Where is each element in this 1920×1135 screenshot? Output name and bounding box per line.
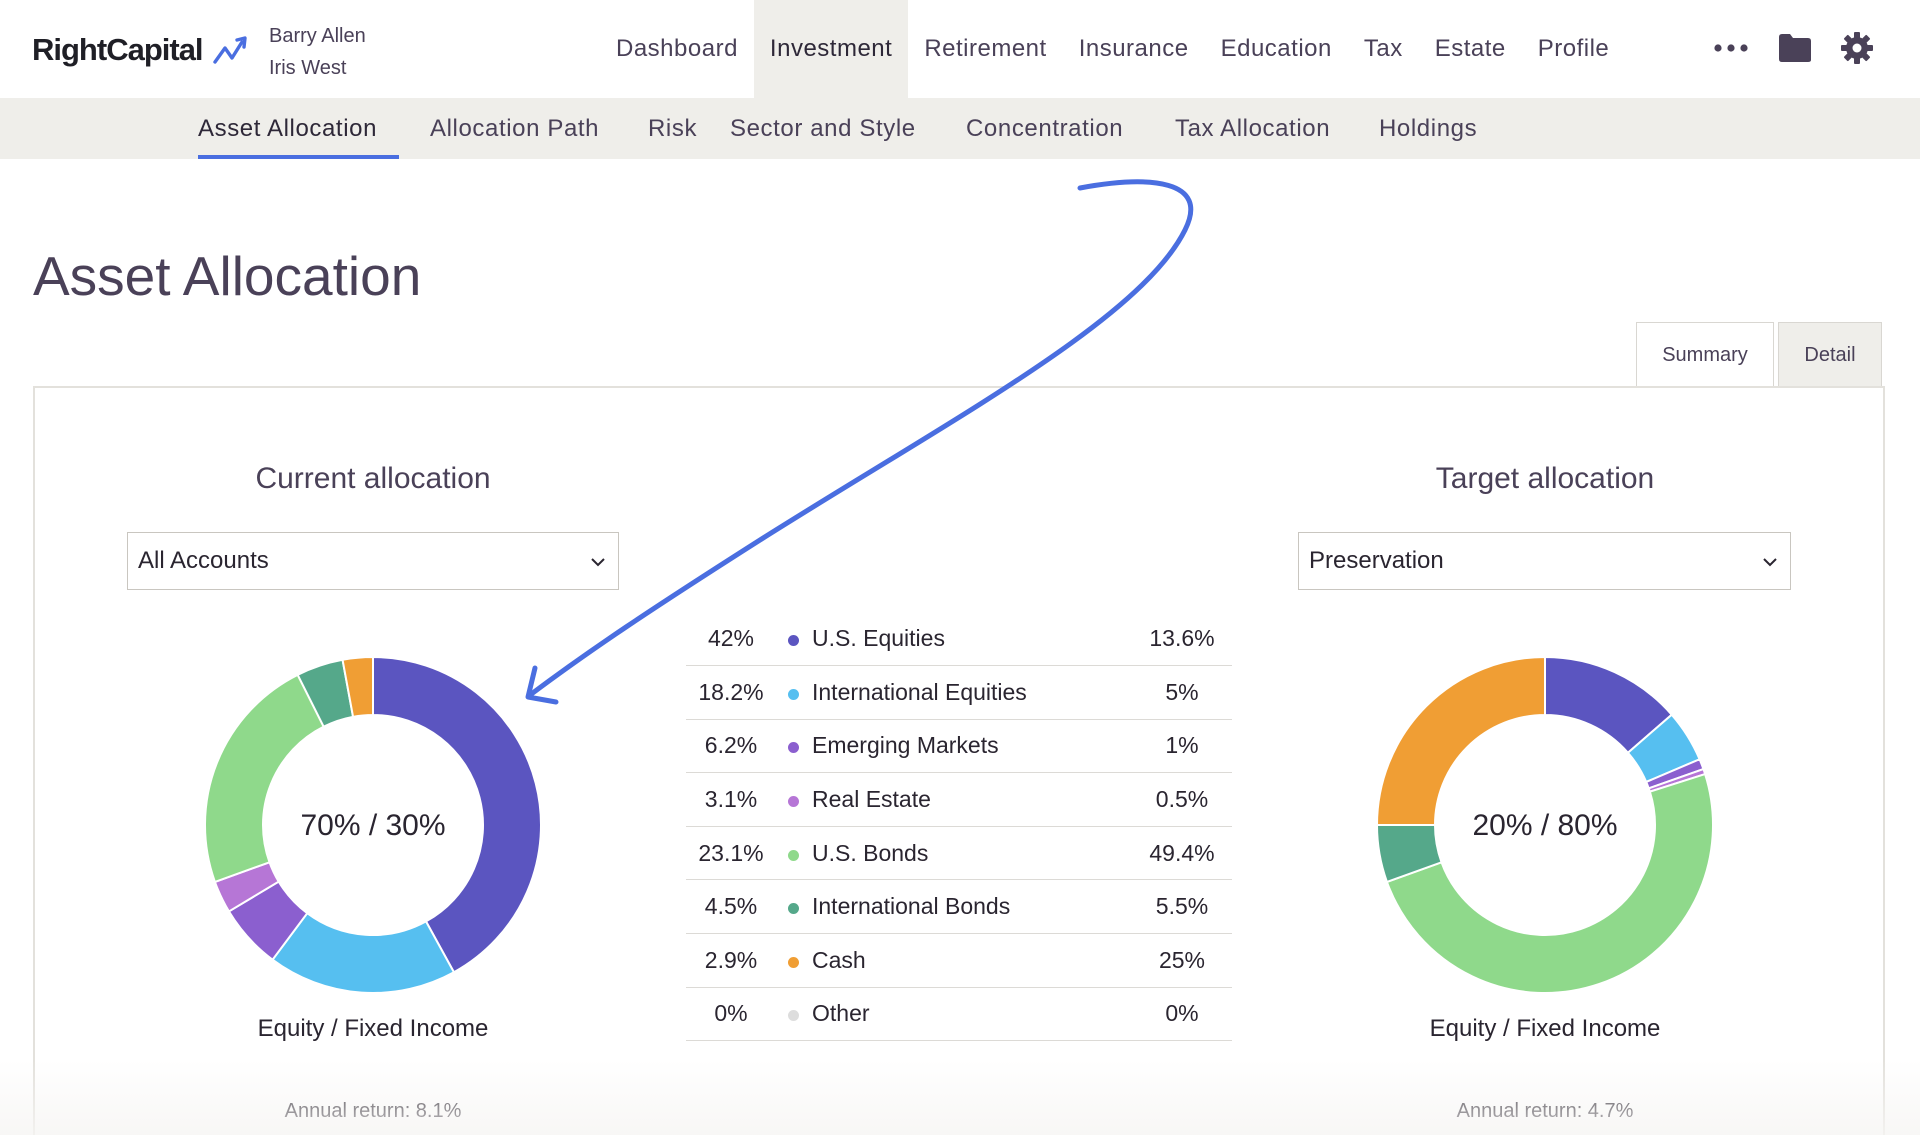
legend-dot xyxy=(776,719,810,774)
legend-row: 6.2% Emerging Markets 1% xyxy=(686,719,1232,774)
legend-dot xyxy=(776,772,810,827)
current-allocation-title: Current allocation xyxy=(255,462,491,495)
tab-summary[interactable]: Summary xyxy=(1636,322,1774,388)
subnav-asset-allocation[interactable]: Asset Allocation xyxy=(198,98,377,159)
target-value-u-s-bonds: 49.4% xyxy=(1132,826,1232,881)
current-value-emerging-markets: 6.2% xyxy=(686,719,776,774)
current-value-u-s-bonds: 23.1% xyxy=(686,826,776,881)
color-dot-icon xyxy=(787,688,799,700)
color-dot-icon xyxy=(787,849,799,861)
target-allocation-title: Target allocation xyxy=(1435,462,1655,495)
target-value-other: 0% xyxy=(1132,987,1232,1042)
chevron-down-icon xyxy=(591,558,605,567)
target-model-select[interactable]: Preservation xyxy=(1298,532,1791,590)
target-value-real-estate: 0.5% xyxy=(1132,772,1232,827)
main-nav: Dashboard Investment Retirement Insuranc… xyxy=(600,0,1625,98)
current-select-value: All Accounts xyxy=(138,547,269,574)
more-icon[interactable] xyxy=(1713,38,1749,58)
tab-detail[interactable]: Detail xyxy=(1778,322,1882,387)
current-value-cash: 2.9% xyxy=(686,933,776,988)
legend-dot xyxy=(776,987,810,1042)
color-dot-icon xyxy=(787,956,799,968)
color-dot-icon xyxy=(787,635,799,647)
legend-row: 18.2% International Equities 5% xyxy=(686,665,1232,720)
client-name-2: Iris West xyxy=(269,57,347,79)
donut-slice-international-equities[interactable] xyxy=(271,911,456,994)
legend-row: 3.1% Real Estate 0.5% xyxy=(686,772,1232,827)
subnav-tax-allocation[interactable]: Tax Allocation xyxy=(1175,98,1330,159)
legend-label-real-estate: Real Estate xyxy=(810,772,1132,827)
active-tab-underline xyxy=(198,155,399,159)
target-value-cash: 25% xyxy=(1132,933,1232,988)
logo[interactable]: RightCapital xyxy=(32,32,204,68)
current-value-real-estate: 3.1% xyxy=(686,772,776,827)
legend-dot xyxy=(776,933,810,988)
nav-tax[interactable]: Tax xyxy=(1348,0,1419,98)
subnav-sector-and-style[interactable]: Sector and Style xyxy=(730,98,916,159)
legend-label-u-s-equities: U.S. Equities xyxy=(810,612,1132,667)
legend-label-international-equities: International Equities xyxy=(810,665,1132,720)
target-value-international-equities: 5% xyxy=(1132,665,1232,720)
subnav-concentration[interactable]: Concentration xyxy=(966,98,1123,159)
target-select-value: Preservation xyxy=(1309,547,1444,574)
nav-retirement[interactable]: Retirement xyxy=(908,0,1062,98)
current-value-international-equities: 18.2% xyxy=(686,665,776,720)
target-equity-fixed-ratio: 20% / 80% xyxy=(1472,809,1618,842)
logo-arrow-icon xyxy=(213,36,247,64)
target-value-emerging-markets: 1% xyxy=(1132,719,1232,774)
subnav-risk[interactable]: Risk xyxy=(648,98,697,159)
target-annual-return: Annual return: 4.7% xyxy=(1456,1100,1634,1122)
legend-row: 0% Other 0% xyxy=(686,987,1232,1042)
nav-insurance[interactable]: Insurance xyxy=(1063,0,1205,98)
top-header: RightCapital Barry Allen Iris West Dashb… xyxy=(0,0,1920,98)
current-value-international-bonds: 4.5% xyxy=(686,879,776,935)
legend-dot xyxy=(776,665,810,720)
target-caption: Equity / Fixed Income xyxy=(1429,1015,1661,1042)
legend-row: 42% U.S. Equities 13.6% xyxy=(686,612,1232,667)
target-value-international-bonds: 5.5% xyxy=(1132,879,1232,935)
client-names[interactable]: Barry Allen Iris West xyxy=(269,20,366,84)
sub-nav: Asset Allocation Allocation Path Risk Se… xyxy=(0,98,1920,159)
nav-investment[interactable]: Investment xyxy=(753,0,909,98)
legend-row: 4.5% International Bonds 5.5% xyxy=(686,879,1232,935)
legend-label-emerging-markets: Emerging Markets xyxy=(810,719,1132,774)
nav-education[interactable]: Education xyxy=(1205,0,1348,98)
legend-dot xyxy=(776,826,810,881)
color-dot-icon xyxy=(787,742,799,754)
current-account-select[interactable]: All Accounts xyxy=(127,532,619,590)
nav-dashboard[interactable]: Dashboard xyxy=(600,0,754,98)
target-value-u-s-equities: 13.6% xyxy=(1132,612,1232,667)
folder-icon[interactable] xyxy=(1778,33,1812,63)
legend-row: 23.1% U.S. Bonds 49.4% xyxy=(686,826,1232,881)
current-value-u-s-equities: 42% xyxy=(686,612,776,667)
client-name-1: Barry Allen xyxy=(269,25,366,47)
chevron-down-icon xyxy=(1763,558,1777,567)
legend-row: 2.9% Cash 25% xyxy=(686,933,1232,988)
legend-label-international-bonds: International Bonds xyxy=(810,879,1132,935)
current-caption: Equity / Fixed Income xyxy=(257,1015,489,1042)
legend-label-cash: Cash xyxy=(810,933,1132,988)
color-dot-icon xyxy=(787,1010,799,1022)
current-annual-return: Annual return: 8.1% xyxy=(284,1100,462,1122)
legend-label-other: Other xyxy=(810,987,1132,1042)
donut-slice-u-s-bonds[interactable] xyxy=(204,673,326,884)
page-title: Asset Allocation xyxy=(33,245,422,307)
subnav-allocation-path[interactable]: Allocation Path xyxy=(430,98,599,159)
nav-estate[interactable]: Estate xyxy=(1419,0,1522,98)
current-equity-fixed-ratio: 70% / 30% xyxy=(300,809,446,842)
color-dot-icon xyxy=(787,796,799,808)
current-value-other: 0% xyxy=(686,987,776,1042)
legend-label-u-s-bonds: U.S. Bonds xyxy=(810,826,1132,881)
allocation-legend-table: 42% U.S. Equities 13.6% 18.2% International … xyxy=(686,612,1232,1042)
subnav-holdings[interactable]: Holdings xyxy=(1379,98,1477,159)
nav-profile[interactable]: Profile xyxy=(1522,0,1626,98)
color-dot-icon xyxy=(787,903,799,915)
gear-icon[interactable] xyxy=(1840,31,1874,65)
legend-dot xyxy=(776,879,810,935)
legend-dot xyxy=(776,612,810,667)
donut-slice-cash[interactable] xyxy=(1375,655,1546,826)
